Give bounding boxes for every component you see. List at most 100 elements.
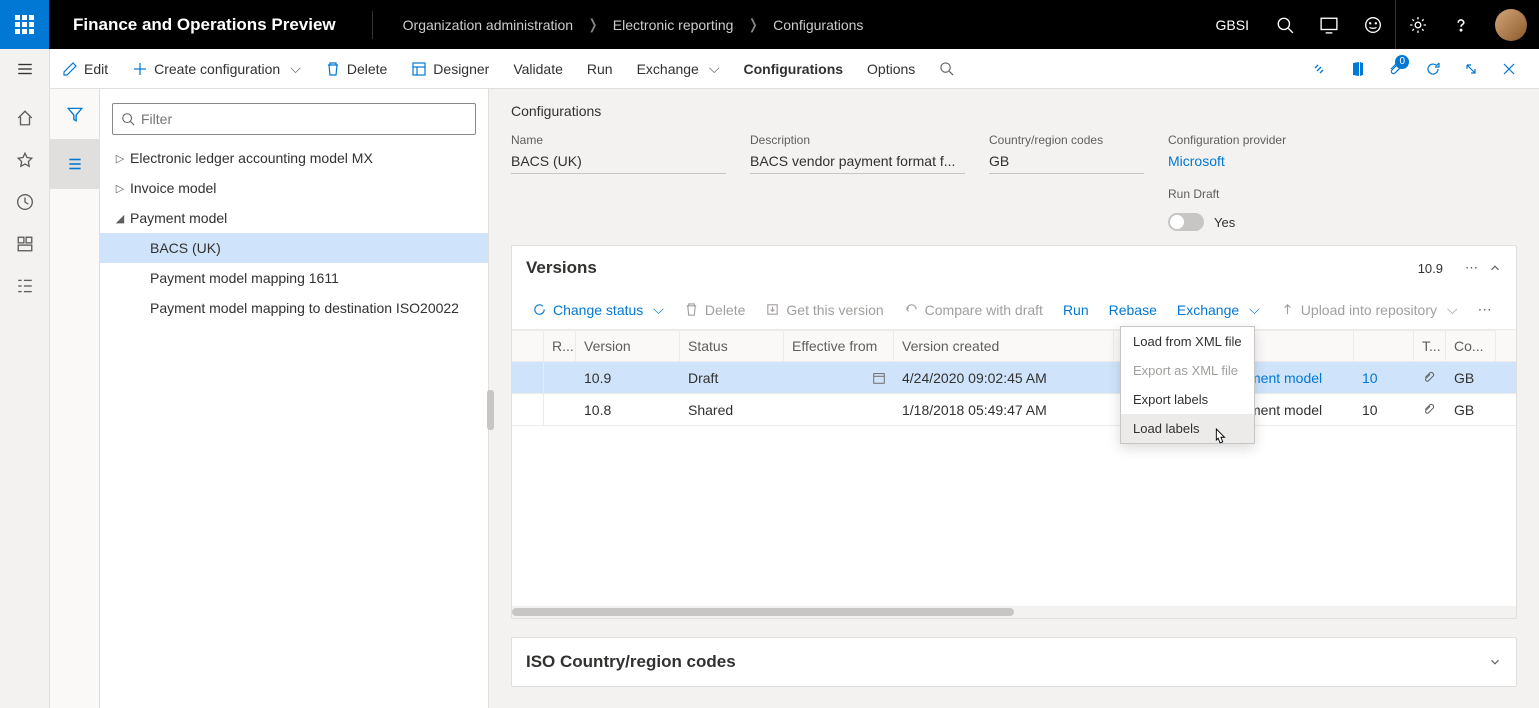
cell-effective[interactable] [784, 362, 894, 393]
chevron-down-icon: ⌵ [653, 301, 664, 318]
btn-label: Compare with draft [925, 302, 1043, 318]
btn-label: Run [1063, 302, 1089, 318]
list-icon[interactable] [50, 139, 100, 189]
modules-icon[interactable] [0, 265, 50, 307]
btn-label: Delete [705, 302, 745, 318]
tree-node[interactable]: ▷Invoice model [100, 173, 488, 203]
edit-button[interactable]: Edit [50, 49, 120, 89]
filter-box[interactable] [112, 103, 476, 135]
rebase-button[interactable]: Rebase [1099, 294, 1167, 326]
splitter-handle[interactable] [487, 390, 494, 430]
col-version[interactable]: Version [576, 330, 680, 361]
office-icon[interactable] [1339, 49, 1375, 89]
exchange-version-button[interactable]: Exchange⌵ [1167, 294, 1270, 326]
designer-icon [411, 61, 427, 77]
configurations-tab[interactable]: Configurations [731, 49, 855, 89]
cell-version: 10.9 [576, 362, 680, 393]
validate-button[interactable]: Validate [501, 49, 575, 89]
calendar-icon[interactable] [872, 371, 886, 385]
filter-input[interactable] [141, 111, 467, 127]
designer-button[interactable]: Designer [399, 49, 501, 89]
tree-node[interactable]: ▷Electronic ledger accounting model MX [100, 143, 488, 173]
menu-item-load-xml[interactable]: Load from XML file [1121, 327, 1254, 356]
legal-entity[interactable]: GBSI [1202, 17, 1263, 33]
breadcrumb-item[interactable]: Organization administration [403, 17, 573, 33]
horizontal-scrollbar[interactable] [512, 606, 1516, 618]
cell-attachment[interactable] [1414, 362, 1446, 393]
field-provider: Configuration providerMicrosoft Run Draf… [1168, 133, 1383, 231]
menu-item-load-labels[interactable]: Load labels [1121, 414, 1254, 443]
emoji-icon[interactable] [1351, 0, 1395, 49]
col-r[interactable]: R... [544, 330, 576, 361]
tree: ▷Electronic ledger accounting model MX ▷… [100, 143, 488, 708]
search-action-button[interactable] [927, 49, 966, 89]
more-button[interactable]: ⋯ [1468, 294, 1502, 326]
home-icon[interactable] [0, 97, 50, 139]
breadcrumb: Organization administration ❭ Electronic… [385, 16, 864, 33]
star-icon[interactable] [0, 139, 50, 181]
create-configuration-button[interactable]: Create configuration⌵ [120, 49, 313, 89]
exchange-button[interactable]: Exchange⌵ [625, 49, 732, 89]
tree-label: Payment model mapping 1611 [150, 270, 339, 286]
delete-version-button[interactable]: Delete [674, 294, 755, 326]
col-effective[interactable]: Effective from [784, 330, 894, 361]
tree-node[interactable]: ◢Payment model [100, 203, 488, 233]
link-icon[interactable] [1301, 49, 1337, 89]
create-label: Create configuration [154, 61, 280, 77]
breadcrumb-item[interactable]: Electronic reporting [613, 17, 734, 33]
chevron-down-icon[interactable] [1488, 655, 1502, 669]
table-row[interactable]: 10.9 Draft 4/24/2020 09:02:45 AM yment m… [512, 362, 1516, 394]
expand-icon[interactable]: ▷ [110, 182, 130, 195]
help-icon[interactable] [1439, 0, 1483, 49]
collapse-icon[interactable]: ◢ [110, 212, 130, 225]
expand-icon[interactable]: ▷ [110, 152, 130, 165]
attachments-icon[interactable]: 0 [1377, 49, 1413, 89]
more-icon[interactable]: ⋯ [1455, 260, 1488, 276]
refresh-icon[interactable] [1415, 49, 1451, 89]
iso-card[interactable]: ISO Country/region codes [511, 637, 1517, 687]
delete-button[interactable]: Delete [313, 49, 399, 89]
cell-cc: GB [1446, 394, 1496, 425]
cell-basenum: 10 [1354, 394, 1414, 425]
change-status-button[interactable]: Change status⌵ [522, 294, 674, 326]
tree-node[interactable]: Payment model mapping 1611 [100, 263, 488, 293]
versions-card: Versions 10.9 ⋯ Change status⌵ Delete Ge… [511, 245, 1517, 619]
col-status[interactable]: Status [680, 330, 784, 361]
upload-button[interactable]: Upload into repository⌵ [1270, 294, 1468, 326]
clock-icon[interactable] [0, 181, 50, 223]
cell-attachment[interactable] [1414, 394, 1446, 425]
cell-basenum[interactable]: 10 [1354, 362, 1414, 393]
field-value[interactable]: BACS vendor payment format f... [750, 153, 965, 174]
options-tab[interactable]: Options [855, 49, 927, 89]
field-value-link[interactable]: Microsoft [1168, 153, 1383, 173]
col-att[interactable]: T... [1414, 330, 1446, 361]
detail-panel: Configurations NameBACS (UK) Description… [489, 89, 1539, 708]
run-draft-toggle[interactable] [1168, 213, 1204, 231]
close-icon[interactable] [1491, 49, 1527, 89]
col-cc[interactable]: Co... [1446, 330, 1496, 361]
field-value[interactable]: BACS (UK) [511, 153, 726, 174]
monitor-icon[interactable] [1307, 0, 1351, 49]
gear-icon[interactable] [1395, 0, 1439, 49]
field-name: NameBACS (UK) [511, 133, 726, 174]
search-icon[interactable] [1263, 0, 1307, 49]
collapse-icon[interactable] [1488, 261, 1502, 275]
compare-button[interactable]: Compare with draft [894, 294, 1053, 326]
tree-node-selected[interactable]: BACS (UK) [100, 233, 488, 263]
breadcrumb-item[interactable]: Configurations [773, 17, 863, 33]
waffle-launcher[interactable] [0, 0, 49, 49]
hamburger-icon[interactable] [0, 49, 50, 89]
cell-created: 4/24/2020 09:02:45 AM [894, 362, 1114, 393]
avatar[interactable] [1495, 9, 1527, 41]
get-version-button[interactable]: Get this version [755, 294, 893, 326]
col-created[interactable]: Version created [894, 330, 1114, 361]
filter-icon[interactable] [50, 89, 100, 139]
workspace-icon[interactable] [0, 223, 50, 265]
run-version-button[interactable]: Run [1053, 294, 1099, 326]
run-button[interactable]: Run [575, 49, 625, 89]
tree-node[interactable]: Payment model mapping to destination ISO… [100, 293, 488, 323]
menu-item-export-labels[interactable]: Export labels [1121, 385, 1254, 414]
field-value[interactable]: GB [989, 153, 1144, 174]
popout-icon[interactable] [1453, 49, 1489, 89]
table-row[interactable]: 10.8 Shared 1/18/2018 05:49:47 AM KB4 ym… [512, 394, 1516, 426]
